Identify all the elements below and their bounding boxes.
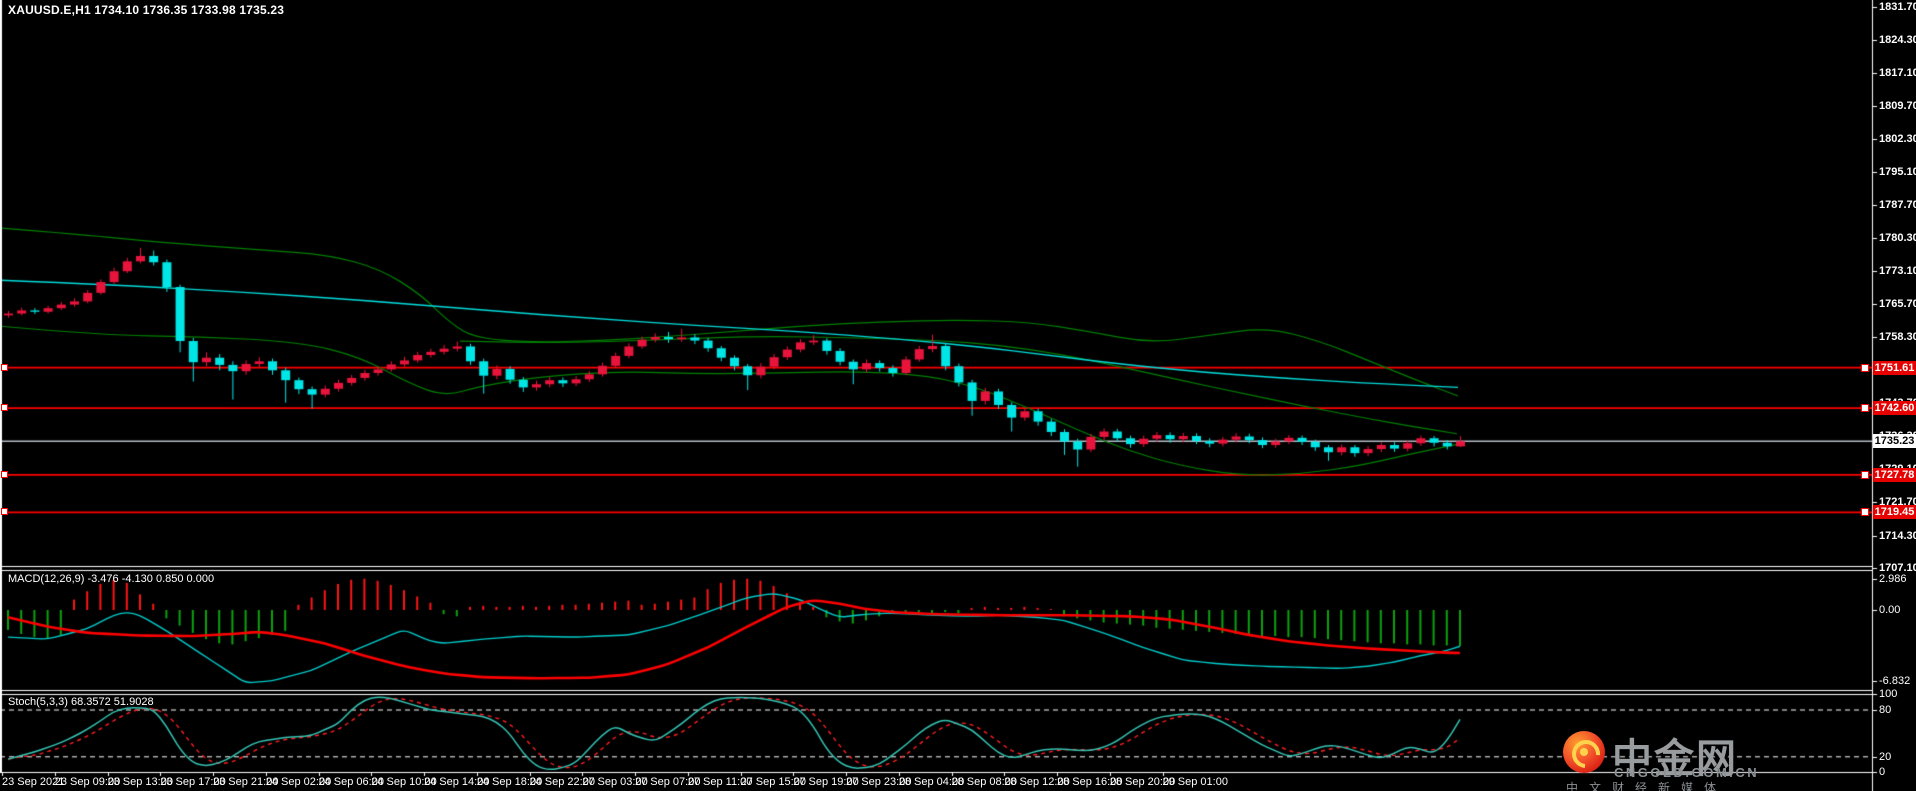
time-tick-label: 29 Sep 01:00 — [1162, 776, 1228, 788]
price-chart-canvas[interactable] — [0, 0, 1916, 791]
price-level-handle-left — [1, 404, 8, 412]
price-level-handle-left — [1, 363, 8, 371]
price-tick-label: 1795.10 — [1879, 165, 1916, 178]
price-tick-label: 1809.70 — [1879, 100, 1916, 113]
price-level-handle-right — [1861, 363, 1869, 372]
price-level-badge: 1742.60 — [1873, 401, 1916, 416]
price-tick-label: 1780.30 — [1879, 232, 1916, 245]
macd-tick-label: -6.832 — [1879, 675, 1911, 688]
price-level-handle-right — [1861, 508, 1869, 517]
price-tick-label: 1765.70 — [1879, 298, 1916, 311]
stoch-tick-label: 0 — [1879, 766, 1886, 779]
price-tick-label: 1802.30 — [1879, 133, 1916, 146]
price-level-handle-left — [1, 508, 8, 516]
price-tick-label: 1787.70 — [1879, 199, 1916, 212]
price-level-handle-right — [1861, 470, 1869, 479]
trading-terminal-window: XAUUSD.E,H1 1734.10 1736.35 1733.98 1735… — [0, 0, 1916, 791]
stoch-tick-label: 20 — [1879, 750, 1892, 763]
price-level-handle-right — [1861, 404, 1869, 413]
stoch-tick-label: 100 — [1879, 688, 1898, 701]
macd-tick-label: 0.00 — [1879, 604, 1901, 616]
chart-title: XAUUSD.E,H1 1734.10 1736.35 1733.98 1735… — [8, 3, 285, 17]
price-tick-label: 1773.10 — [1879, 264, 1916, 277]
price-tick-label: 1758.30 — [1879, 331, 1916, 344]
macd-indicator-label: MACD(12,26,9) -3.476 -4.130 0.850 0.000 — [8, 573, 215, 585]
stoch-indicator-label: Stoch(5,3,3) 68.3572 51.9028 — [8, 696, 154, 708]
stoch-tick-label: 80 — [1879, 704, 1892, 716]
price-level-badge: 1751.61 — [1873, 360, 1916, 375]
price-tick-label: 1817.10 — [1879, 66, 1916, 79]
price-level-handle-left — [1, 470, 8, 478]
price-level-badge: 1727.78 — [1873, 467, 1916, 482]
price-tick-label: 1824.30 — [1879, 34, 1916, 47]
current-price-badge: 1735.23 — [1873, 434, 1916, 449]
price-tick-label: 1831.70 — [1879, 1, 1916, 13]
price-tick-label: 1714.30 — [1879, 529, 1916, 542]
price-level-badge: 1719.45 — [1873, 505, 1916, 520]
macd-tick-label: 2.986 — [1879, 572, 1907, 585]
